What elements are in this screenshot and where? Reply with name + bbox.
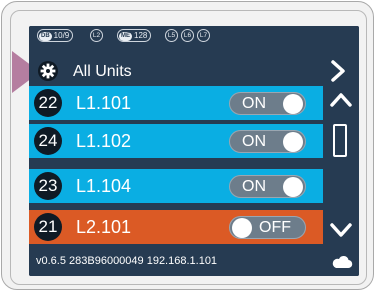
scroll-column <box>323 86 359 244</box>
unit-label: L1.102 <box>76 131 132 151</box>
toggle-knob <box>232 218 252 238</box>
l2-indicator: L2 <box>90 29 103 42</box>
toggle-label: OFF <box>259 219 291 236</box>
unit-toggle[interactable]: OFF <box>229 216 306 239</box>
device-info: v0.6.5 283B96000049 192.168.1.101 <box>36 255 218 267</box>
status-bar: DB 10/9 L2 ME 128 L5 L6 L7 <box>29 26 359 45</box>
unit-number: 22 <box>34 89 62 117</box>
unit-row[interactable]: 21 L2.101 OFF <box>29 210 323 244</box>
toggle-knob <box>283 177 303 197</box>
l6-indicator: L6 <box>181 29 194 42</box>
unit-label: L2.101 <box>76 217 132 237</box>
unit-row[interactable]: 22 L1.101 ON <box>29 86 323 120</box>
unit-number: 21 <box>34 213 62 241</box>
toggle-label: ON <box>242 178 266 195</box>
unit-toggle[interactable]: ON <box>229 92 306 115</box>
unit-label: L1.101 <box>76 93 132 113</box>
chevron-down-icon[interactable] <box>330 222 352 238</box>
l7-indicator: L7 <box>197 29 210 42</box>
toggle-label: ON <box>242 95 266 112</box>
db-indicator: DB 10/9 <box>37 29 74 42</box>
toggle-knob <box>283 94 303 114</box>
chevron-right-icon[interactable] <box>329 59 347 83</box>
unit-row[interactable]: 24 L1.102 ON <box>29 124 323 158</box>
unit-toggle[interactable]: ON <box>229 130 306 153</box>
unit-number: 23 <box>34 172 62 200</box>
toggle-knob <box>283 132 303 152</box>
unit-toggle[interactable]: ON <box>229 175 306 198</box>
scrollbar-thumb[interactable] <box>333 124 347 157</box>
chevron-up-icon[interactable] <box>330 92 352 108</box>
toggle-label: ON <box>242 133 266 150</box>
unit-label: L1.104 <box>76 176 132 196</box>
unit-row[interactable]: 23 L1.104 ON <box>29 169 323 203</box>
header-title: All Units <box>73 63 132 80</box>
gear-icon[interactable] <box>37 60 59 82</box>
unit-number: 24 <box>34 127 62 155</box>
footer-bar: v0.6.5 283B96000049 192.168.1.101 <box>29 248 359 276</box>
cloud-icon <box>332 255 353 269</box>
all-units-header[interactable]: All Units <box>29 56 359 86</box>
device-screen: DB 10/9 L2 ME 128 L5 L6 L7 All Units 22 … <box>29 26 359 276</box>
l5-indicator: L5 <box>165 29 178 42</box>
me-indicator: ME 128 <box>117 29 152 42</box>
